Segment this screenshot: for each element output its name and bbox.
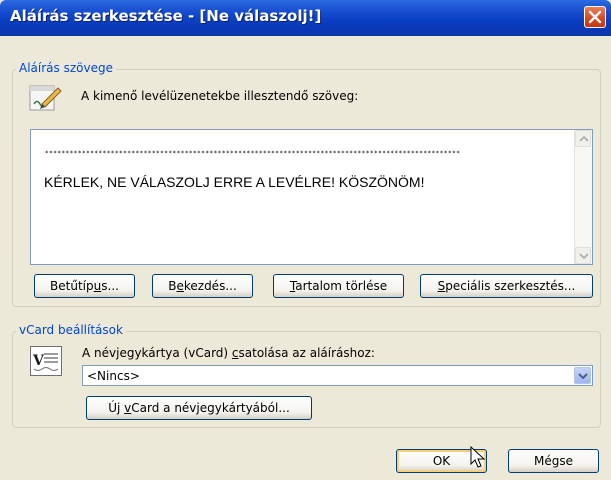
chevron-down-icon	[579, 253, 589, 260]
vcard-dropdown-button[interactable]	[574, 367, 591, 384]
vcard-icon: V	[30, 346, 62, 376]
font-button[interactable]: Betűtípus...	[34, 274, 135, 298]
signature-group-legend: Aláírás szövege	[16, 61, 116, 75]
vcard-attach-label: A névjegykártya (vCard) csatolása az alá…	[82, 346, 375, 360]
signature-description: A kimenő levélüzenetekbe illesztendő szö…	[81, 89, 359, 103]
paragraph-button-label-b: kezdés...	[183, 279, 237, 293]
close-button[interactable]	[584, 6, 606, 28]
signature-stars-line: ****************************************…	[45, 150, 461, 157]
scroll-down-button[interactable]	[575, 247, 591, 264]
vcard-select[interactable]: <Nincs>	[82, 365, 593, 386]
title-bar[interactable]: Aláírás szerkesztése - [Ne válaszolj!]	[0, 0, 611, 36]
vcard-card-icon: V	[32, 353, 59, 371]
vcard-attach-label-b: satolása az aláíráshoz:	[238, 346, 375, 360]
vcard-attach-mnemonic: c	[231, 346, 239, 360]
vcard-group-legend: vCard beállítások	[16, 323, 126, 337]
new-vcard-label-a: Új	[108, 401, 125, 415]
paragraph-button[interactable]: Bekezdés...	[152, 274, 253, 298]
mouse-pointer-icon	[470, 446, 486, 468]
window-title: Aláírás szerkesztése - [Ne válaszolj!]	[10, 7, 322, 25]
clear-button-label-b: artalom törlése	[295, 279, 388, 293]
signature-editor[interactable]: ****************************************…	[30, 129, 593, 265]
cancel-button[interactable]: Mégse	[508, 449, 599, 473]
editor-scrollbar[interactable]	[574, 130, 592, 264]
chevron-up-icon	[579, 135, 589, 142]
new-vcard-label-b: Card a névjegykártyából...	[131, 401, 290, 415]
svg-text:V: V	[32, 353, 45, 369]
scroll-up-button[interactable]	[575, 130, 591, 147]
chevron-down-icon	[578, 373, 588, 380]
font-button-label-b: s...	[101, 279, 119, 293]
vcard-attach-label-a: A névjegykártya (vCard)	[82, 346, 232, 360]
new-vcard-button[interactable]: Új vCard a névjegykártyából...	[86, 396, 312, 420]
signature-text: KÉRLEK, NE VÁLASZOLJ ERRE A LEVÉLRE! KÖS…	[44, 174, 425, 190]
paragraph-button-mnemonic: e	[176, 279, 184, 293]
signature-pen-icon	[29, 85, 62, 111]
advanced-button-label-b: peciális szerkesztés...	[445, 279, 576, 293]
close-icon	[588, 10, 602, 24]
clear-content-button[interactable]: Tartalom törlése	[273, 274, 404, 298]
font-button-label-a: Betűtíp	[50, 279, 94, 293]
advanced-edit-button[interactable]: Speciális szerkesztés...	[420, 274, 593, 298]
vcard-select-value: <Nincs>	[87, 369, 140, 383]
